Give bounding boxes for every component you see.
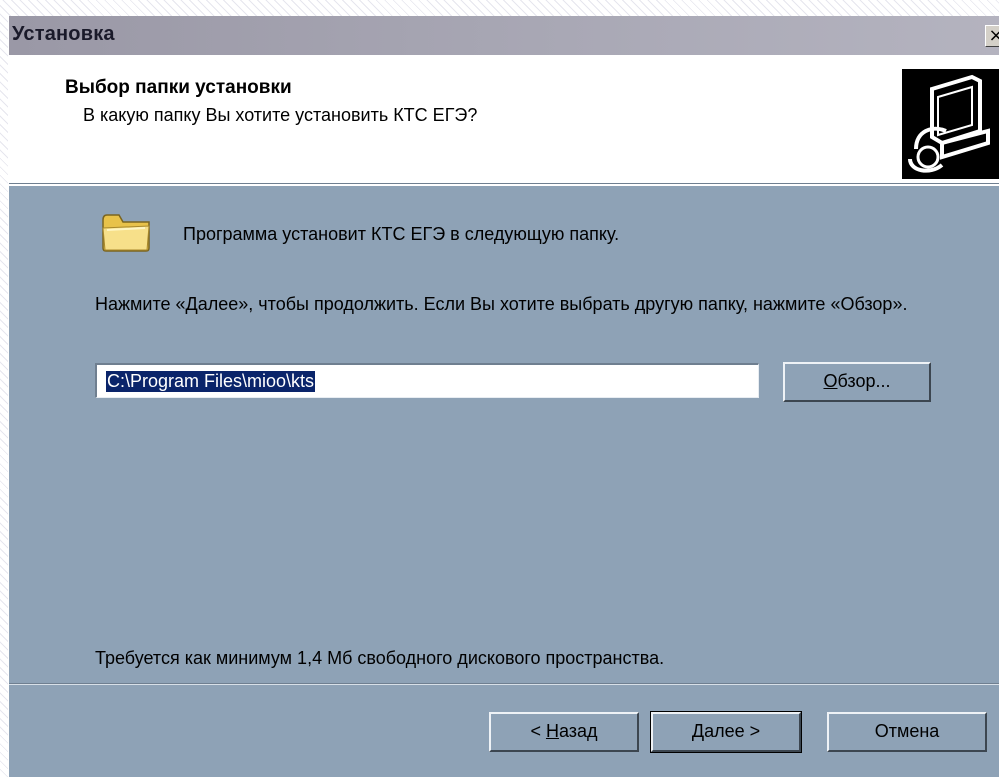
install-folder-message: Программа установит КТС ЕГЭ в следующую … [183, 224, 620, 244]
instruction-text: Нажмите «Далее», чтобы продолжить. Если … [95, 294, 908, 314]
close-button[interactable]: × [985, 25, 999, 47]
browse-button[interactable]: Обзор... [783, 362, 931, 402]
install-path-value: C:\Program Files\mioo\kts [106, 371, 316, 392]
back-label: азад [558, 721, 598, 741]
page-title: Выбор папки установки [65, 77, 292, 98]
wizard-header: Выбор папки установки В какую папку Вы х… [9, 55, 999, 184]
page-subtitle: В какую папку Вы хотите установить КТС Е… [83, 105, 478, 125]
window-title: Установка [12, 23, 115, 45]
back-accelerator: Н [545, 721, 559, 741]
back-button[interactable]: < Назад [489, 712, 639, 752]
install-path-field[interactable]: C:\Program Files\mioo\kts [95, 363, 759, 398]
browse-accelerator: О [823, 371, 838, 391]
header-separator [9, 184, 999, 186]
installer-computer-icon [902, 69, 999, 179]
next-label: алее > [704, 721, 761, 741]
next-button[interactable]: Далее > [650, 711, 802, 753]
folder-icon [99, 206, 153, 254]
installer-window: Установка × Выбор папки установки В каку… [8, 16, 999, 777]
footer-separator-highlight [9, 684, 999, 685]
disk-space-requirement: Требуется как минимум 1,4 Мб свободного … [95, 648, 665, 668]
title-bar[interactable]: Установка × [9, 16, 999, 55]
back-prefix: < [530, 721, 546, 741]
cancel-button[interactable]: Отмена [827, 712, 987, 752]
browse-label: бзор... [837, 371, 891, 391]
next-accelerator: Д [691, 721, 705, 741]
